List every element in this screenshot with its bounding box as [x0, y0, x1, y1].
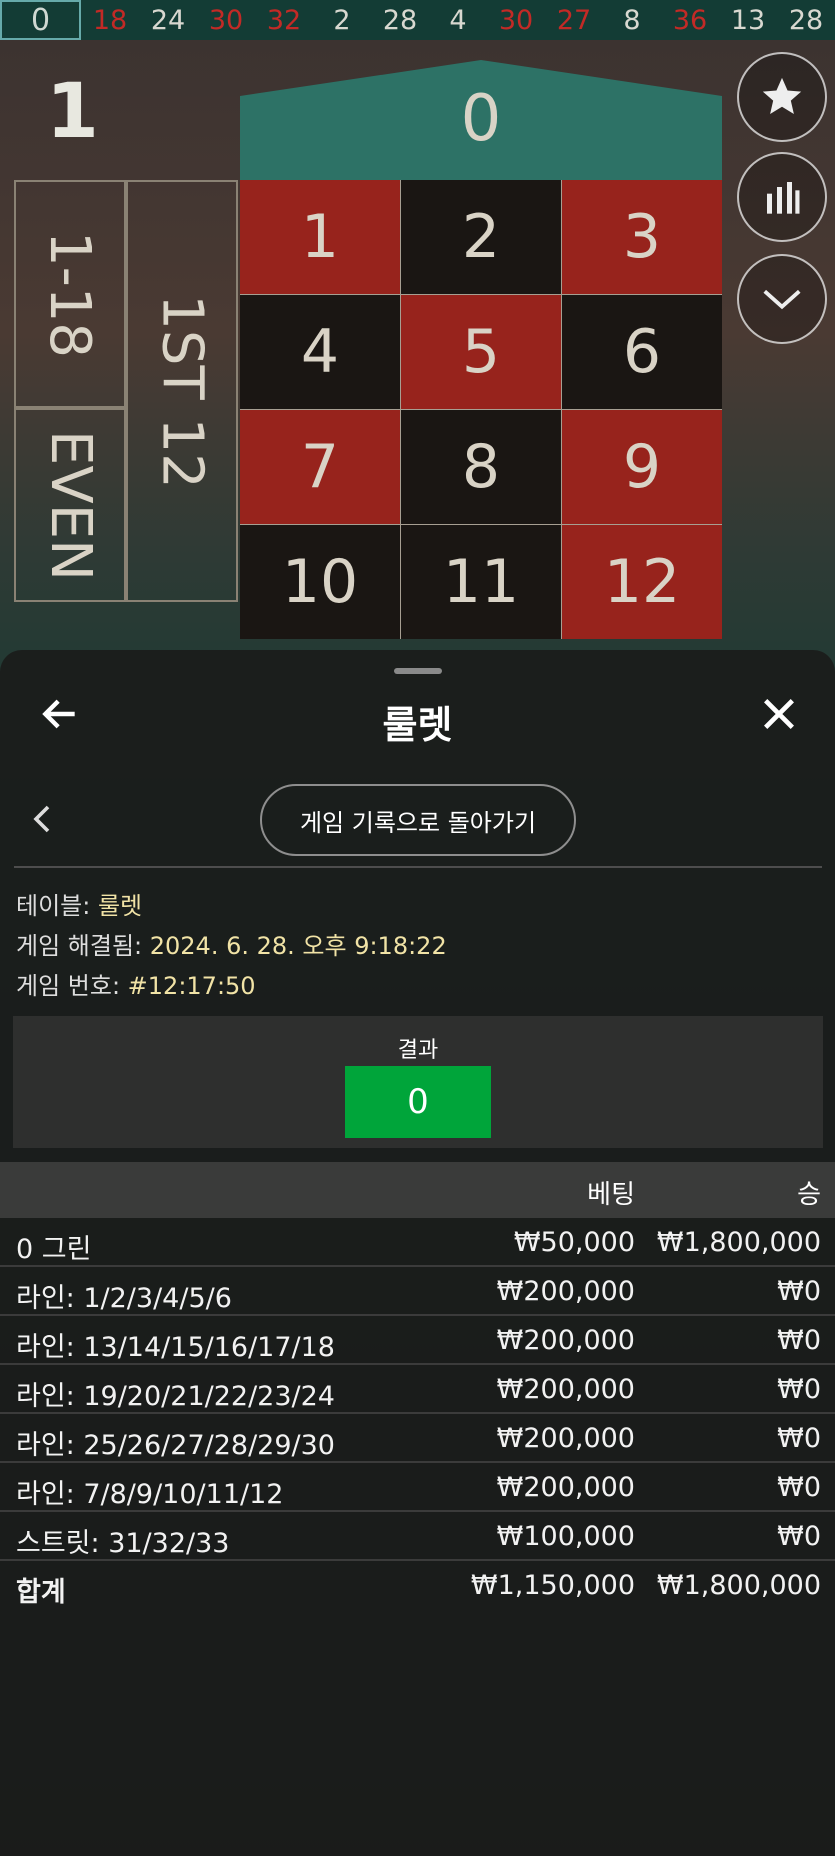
bet-1-18-label: 1-18	[37, 230, 103, 358]
bet-name: 라인: 7/8/9/10/11/12	[16, 1479, 284, 1510]
history-number: 30	[498, 4, 534, 36]
total-label: 합계	[16, 1577, 66, 1608]
bet-win: ₩0	[777, 1325, 821, 1356]
bet-name: 라인: 13/14/15/16/17/18	[16, 1332, 335, 1363]
number-cell[interactable]: 2	[401, 180, 561, 294]
current-result: 0	[0, 0, 81, 40]
history-number: 8	[623, 4, 641, 36]
header-bet: 베팅	[587, 1180, 635, 1210]
bet-row: 라인: 1/2/3/4/5/6 ₩200,000 ₩0	[0, 1267, 835, 1316]
number-cell[interactable]: 10	[240, 525, 400, 639]
info-game-number: 게임 번호: #12:17:50	[16, 966, 256, 1001]
number-cell[interactable]: 11	[401, 525, 561, 639]
result-panel: 결과 0	[13, 1016, 823, 1148]
history-number: 30	[208, 4, 244, 36]
history-number: 28	[382, 4, 418, 36]
bet-win: ₩1,800,000	[656, 1227, 821, 1258]
result-label: 결과	[397, 1038, 439, 1063]
total-win: ₩1,800,000	[656, 1570, 821, 1601]
history-number: 27	[556, 4, 592, 36]
number-cell[interactable]: 5	[401, 295, 561, 409]
chevron-down-icon	[763, 289, 801, 310]
game-history-sheet: 룰렛 게임 기록으로 돌아가기 테이블: 룰렛 게임 해결됨: 2024. 6.…	[0, 650, 835, 1856]
number-grid: 1 2 3 4 5 6 7 8 9 10 11 12	[240, 180, 722, 639]
sheet-grabber[interactable]	[394, 668, 442, 674]
bet-name: 라인: 1/2/3/4/5/6	[16, 1283, 232, 1314]
bet-row: 0 그린 ₩50,000 ₩1,800,000	[0, 1218, 835, 1267]
bet-name: 0 그린	[16, 1234, 92, 1265]
history-number: 2	[333, 4, 351, 36]
total-bet: ₩1,150,000	[470, 1570, 635, 1601]
sheet-title: 룰렛	[382, 703, 453, 747]
number-cell[interactable]: 12	[562, 525, 722, 639]
bet-name: 스트릿: 31/32/33	[16, 1528, 230, 1559]
history-number: 4	[449, 4, 467, 36]
history-number: 24	[150, 4, 186, 36]
bet-win: ₩0	[777, 1472, 821, 1503]
history-number: 32	[266, 4, 302, 36]
bet-1st-dozen-label: 1ST 12	[149, 293, 215, 489]
number-cell[interactable]: 3	[562, 180, 722, 294]
info-game-number-value: #12:17:50	[127, 972, 256, 1000]
history-number: 13	[730, 4, 766, 36]
bet-even-label: EVEN	[37, 429, 103, 581]
bet-row: 라인: 25/26/27/28/29/30 ₩200,000 ₩0	[0, 1414, 835, 1463]
results-history-bar: 0 18 24 30 32 2 28 4 30 27 8 36 13 28	[0, 0, 835, 40]
bet-amount: ₩50,000	[513, 1227, 635, 1258]
bet-1st-dozen[interactable]: 1ST 12	[126, 180, 238, 602]
number-cell[interactable]: 9	[562, 410, 722, 524]
history-number: 18	[92, 4, 128, 36]
info-resolved-value: 2024. 6. 28. 오후 9:18:22	[149, 932, 447, 960]
bet-row: 스트릿: 31/32/33 ₩100,000 ₩0	[0, 1512, 835, 1561]
number-cell[interactable]: 4	[240, 295, 400, 409]
bet-amount: ₩200,000	[496, 1472, 635, 1503]
close-icon[interactable]	[759, 694, 799, 734]
bet-row: 라인: 13/14/15/16/17/18 ₩200,000 ₩0	[0, 1316, 835, 1365]
zero-cell[interactable]: 0	[240, 60, 722, 180]
bet-amount: ₩100,000	[496, 1521, 635, 1552]
info-game-number-label: 게임 번호:	[16, 972, 128, 1000]
back-to-history-button[interactable]: 게임 기록으로 돌아가기	[260, 784, 576, 856]
bet-win: ₩0	[777, 1423, 821, 1454]
favorites-button[interactable]	[737, 52, 827, 142]
number-cell[interactable]: 7	[240, 410, 400, 524]
bet-amount: ₩200,000	[496, 1276, 635, 1307]
info-table: 테이블: 룰렛	[16, 886, 142, 921]
chevron-left-icon[interactable]	[32, 804, 52, 834]
info-resolved-label: 게임 해결됨:	[16, 932, 150, 960]
number-cell[interactable]: 1	[240, 180, 400, 294]
info-resolved: 게임 해결됨: 2024. 6. 28. 오후 9:18:22	[16, 926, 447, 961]
bet-win: ₩0	[777, 1374, 821, 1405]
bets-table-header: 베팅 승	[0, 1162, 835, 1218]
number-cell[interactable]: 6	[562, 295, 722, 409]
header-win: 승	[797, 1180, 821, 1210]
bet-win: ₩0	[777, 1521, 821, 1552]
bet-rows: 0 그린 ₩50,000 ₩1,800,000 라인: 1/2/3/4/5/6 ₩200…	[0, 1218, 835, 1561]
divider	[14, 866, 822, 868]
info-table-label: 테이블:	[16, 892, 98, 920]
roulette-table: 0 1-18 EVEN 1ST 12 1 2 3 4 5 6 7 8 9 10 11 12	[14, 60, 722, 660]
bar-chart-icon	[767, 182, 800, 214]
statistics-button[interactable]	[737, 152, 827, 242]
history-number: 28	[788, 4, 824, 36]
history-number: 36	[672, 4, 708, 36]
bet-1-18[interactable]: 1-18	[14, 180, 126, 408]
bet-name: 라인: 25/26/27/28/29/30	[16, 1430, 335, 1461]
bet-amount: ₩200,000	[496, 1423, 635, 1454]
total-row: 합계 ₩1,150,000 ₩1,800,000	[0, 1561, 835, 1610]
bet-name: 라인: 19/20/21/22/23/24	[16, 1381, 335, 1412]
info-table-value: 룰렛	[97, 892, 143, 920]
bet-amount: ₩200,000	[496, 1325, 635, 1356]
history-numbers: 18 24 30 32 2 28 4 30 27 8 36 13 28	[81, 5, 835, 36]
star-icon	[762, 77, 802, 115]
bet-amount: ₩200,000	[496, 1374, 635, 1405]
bet-even[interactable]: EVEN	[14, 408, 126, 602]
bet-row: 라인: 7/8/9/10/11/12 ₩200,000 ₩0	[0, 1463, 835, 1512]
bet-win: ₩0	[777, 1276, 821, 1307]
bets-table: 베팅 승 0 그린 ₩50,000 ₩1,800,000 라인: 1/2/3/4/5/…	[0, 1162, 835, 1610]
collapse-button[interactable]	[737, 254, 827, 344]
bet-row: 라인: 19/20/21/22/23/24 ₩200,000 ₩0	[0, 1365, 835, 1414]
number-cell[interactable]: 8	[401, 410, 561, 524]
result-number: 0	[345, 1066, 491, 1138]
